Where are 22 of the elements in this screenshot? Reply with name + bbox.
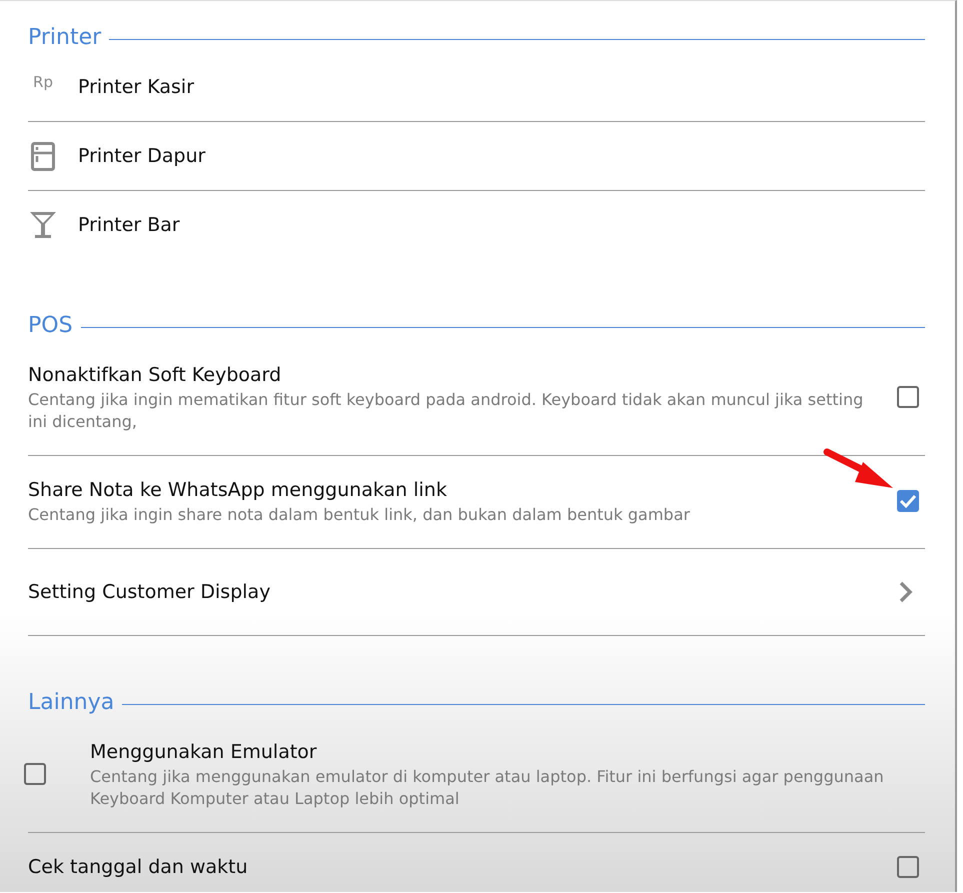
- checkbox[interactable]: [897, 490, 919, 512]
- setting-title: Cek tanggal dan waktu: [28, 855, 249, 880]
- setting-description: Centang jika ingin mematikan fitur soft keyboard pada android. Keyboard tidak akan muncul jika setting ini dicentang,: [28, 389, 864, 433]
- printer-item[interactable]: Rp Printer Kasir: [28, 53, 925, 122]
- currency-icon: Rp: [33, 73, 53, 91]
- setting-description: Centang jika ingin share nota dalam bentuk link, dan bukan dalam bentuk gambar: [28, 504, 691, 526]
- setting-title: Menggunakan Emulator: [90, 740, 318, 765]
- cabinet-icon: [31, 142, 55, 170]
- settings-link[interactable]: Setting Customer Display: [28, 549, 925, 636]
- setting-description: Centang jika menggunakan emulator di komputer atau laptop. Fitur ini berfungsi agar penggunaan Keyboard Komputer atau Laptop lebih optimal: [90, 766, 885, 810]
- cocktail-glass-icon: [29, 211, 57, 239]
- printer-item[interactable]: Printer Dapur: [28, 122, 925, 191]
- chevron-right-icon: [899, 581, 913, 603]
- section-title: Lainnya: [28, 689, 114, 717]
- checkbox[interactable]: [897, 386, 919, 408]
- setting-title: Nonaktifkan Soft Keyboard: [28, 363, 282, 388]
- section-title: POS: [28, 312, 73, 340]
- setting-title: Share Nota ke WhatsApp menggunakan link: [28, 478, 448, 503]
- printer-item[interactable]: Printer Bar: [28, 191, 925, 259]
- section-title: Printer: [28, 24, 102, 52]
- checkbox[interactable]: [897, 856, 919, 878]
- checkbox[interactable]: [24, 763, 46, 785]
